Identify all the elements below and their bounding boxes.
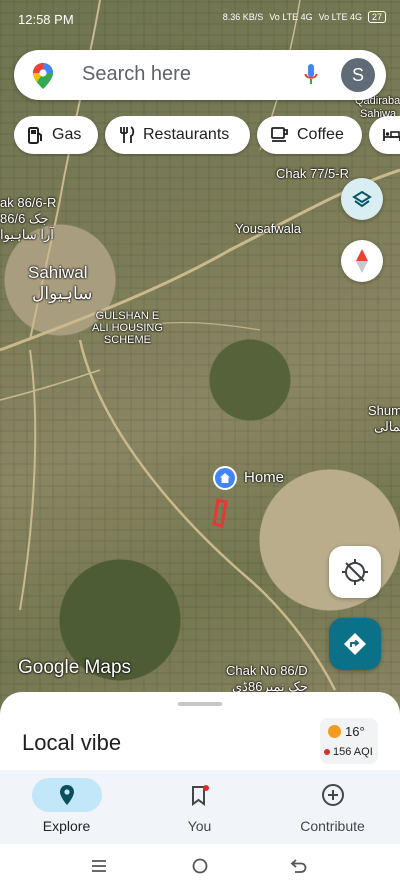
chip-coffee[interactable]: Coffee <box>257 116 362 154</box>
chip-label: Gas <box>52 126 82 143</box>
you-icon-container <box>165 778 235 812</box>
system-navigation-bar <box>0 844 400 888</box>
location-off-icon <box>342 559 368 585</box>
map-label-sahiwal-urdu: ساہیوال <box>32 284 93 303</box>
google-maps-pin-icon <box>33 63 53 89</box>
battery-icon: 27 <box>367 11 386 23</box>
map-label-shum-urdu: شمالی <box>374 419 400 434</box>
map-label-urdu-left: آرا ساہیوا <box>0 227 54 242</box>
status-icons: 8.36 KB/S Vo LTE 4G Vo LTE 4G 27 <box>223 11 386 23</box>
search-input[interactable]: Search here <box>82 63 191 86</box>
map-label-chak-86-d: Chak No 86/D <box>226 663 308 678</box>
hotel-icon <box>383 129 400 141</box>
chip-restaurants[interactable]: Restaurants <box>105 116 250 154</box>
aqi-dot-icon <box>324 749 330 755</box>
status-bar: 12:58 PM 8.36 KB/S Vo LTE 4G Vo LTE 4G 2… <box>0 0 400 40</box>
sheet-drag-handle[interactable] <box>178 702 222 706</box>
map-label-chak-77: Chak 77/5-R <box>276 166 349 181</box>
tab-label: You <box>187 818 212 834</box>
tab-label: Contribute <box>300 818 365 834</box>
layers-icon <box>352 190 372 208</box>
tab-you[interactable]: You <box>133 770 266 844</box>
map-label-chak-86-6: ak 86/6-R <box>0 195 57 210</box>
my-location-button[interactable] <box>329 546 381 598</box>
google-maps-logo: Google Maps <box>18 657 132 678</box>
sun-icon <box>328 725 341 738</box>
avatar[interactable]: S <box>341 58 375 92</box>
contribute-icon-container <box>298 778 368 812</box>
signal-1: Vo LTE 4G <box>269 12 313 22</box>
tab-explore[interactable]: Explore <box>0 770 133 844</box>
location-pin-icon <box>60 785 74 805</box>
search-bar[interactable]: Search here S <box>14 50 386 100</box>
weather-widget[interactable]: 16° 156 AQI <box>320 718 378 764</box>
microphone-icon[interactable] <box>304 63 318 87</box>
bookmark-icon <box>192 785 209 806</box>
net-speed: 8.36 KB/S <box>222 12 264 22</box>
home-pin[interactable] <box>213 466 237 490</box>
sheet-title: Local vibe <box>22 730 122 755</box>
tab-contribute[interactable]: Contribute <box>266 770 399 844</box>
compass-button[interactable] <box>341 240 383 282</box>
aqi-value: 156 AQI <box>333 746 373 758</box>
chip-label: Restaurants <box>143 126 230 143</box>
map-label-gulshan: GULSHAN E ALI HOUSING SCHEME <box>92 310 163 347</box>
gas-station-icon <box>28 127 42 144</box>
back-icon[interactable] <box>290 858 308 874</box>
status-time: 12:58 PM <box>18 12 74 27</box>
chip-gas[interactable]: Gas <box>14 116 98 154</box>
recents-icon[interactable] <box>91 858 107 874</box>
signal-2: Vo LTE 4G <box>318 12 362 22</box>
directions-icon <box>344 633 366 655</box>
tab-label: Explore <box>42 818 91 834</box>
coffee-icon <box>271 127 288 142</box>
explore-sheet[interactable]: Local vibe 16° 156 AQI <box>0 692 400 782</box>
bottom-navigation: Explore You Contribute <box>0 770 400 844</box>
home-icon <box>215 468 235 488</box>
compass-icon <box>356 249 368 273</box>
chip-label: Coffee <box>297 126 344 143</box>
map-label-sahiwal: Sahiwal <box>28 263 88 282</box>
temperature: 16° <box>345 724 365 739</box>
chip-hotels[interactable] <box>369 116 400 154</box>
map-label-chak-86-6-urdu: جک 86/6 <box>0 211 49 226</box>
home-button-icon[interactable] <box>192 858 208 874</box>
directions-button[interactable] <box>329 618 381 670</box>
marked-plot-shape <box>212 498 228 528</box>
add-circle-icon <box>322 784 344 806</box>
category-chips: Gas Restaurants Coffee <box>14 116 400 156</box>
layers-button[interactable] <box>341 178 383 220</box>
home-label: Home <box>244 469 285 486</box>
map-label-yousafwala: Yousafwala <box>235 221 302 236</box>
restaurant-icon <box>120 126 135 143</box>
map-label-shum: Shum <box>368 403 400 418</box>
explore-icon-container <box>32 778 102 812</box>
